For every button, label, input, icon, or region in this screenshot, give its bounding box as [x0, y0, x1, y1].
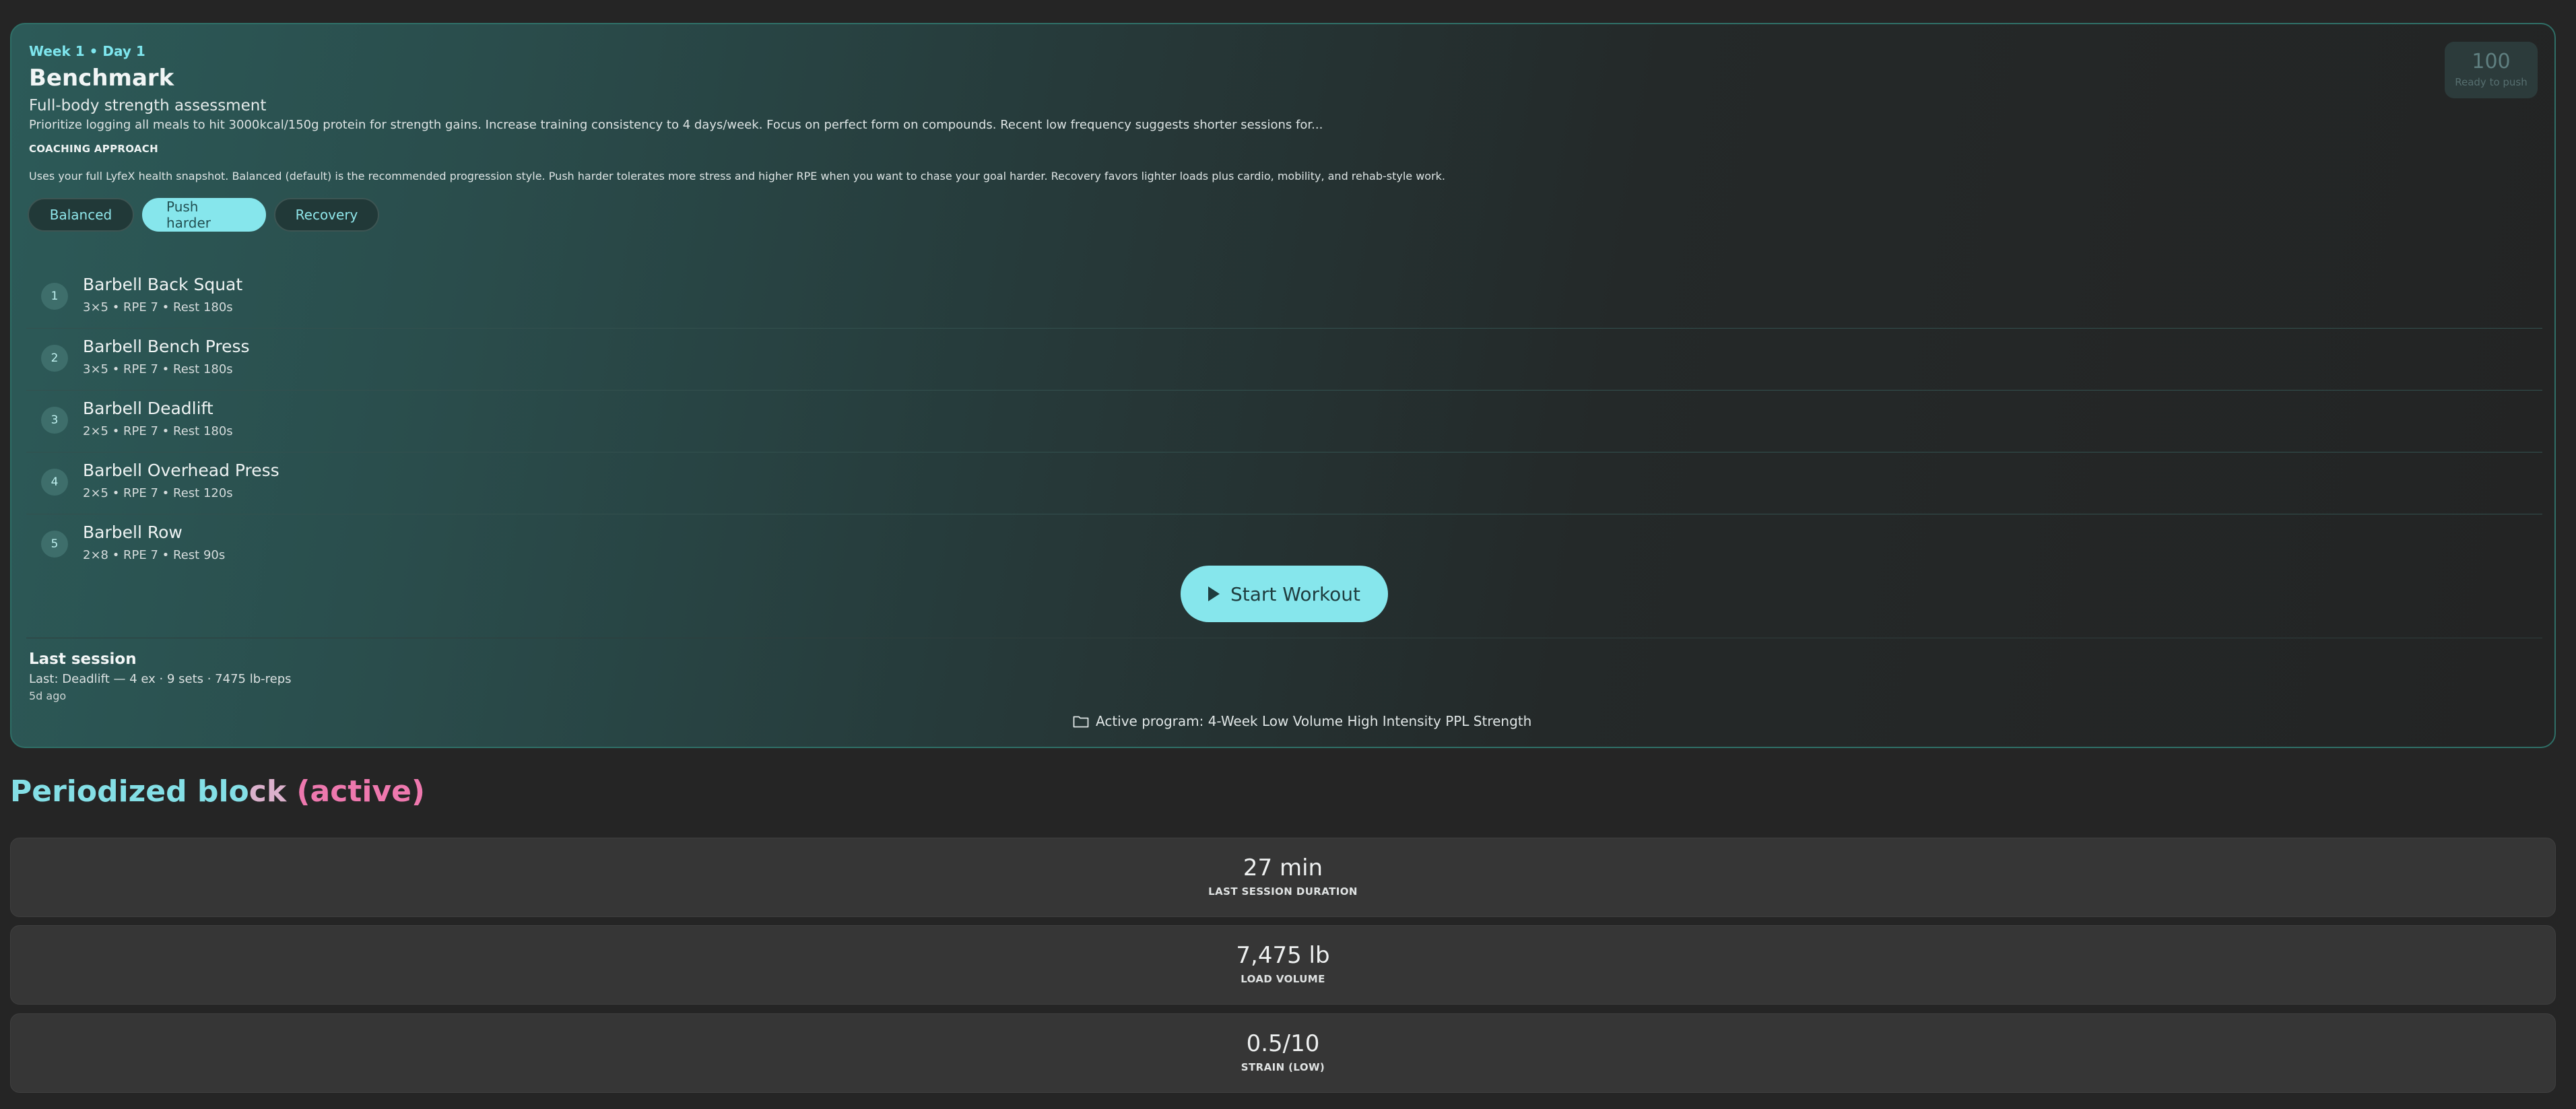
last-session-time-ago: 5d ago: [29, 690, 67, 702]
last-session-detail: Last: Deadlift — 4 ex · 9 sets · 7475 lb…: [29, 672, 292, 686]
last-session-heading: Last session: [29, 650, 137, 668]
stat-card-session-duration: 27 min LAST SESSION DURATION: [10, 838, 2556, 917]
approach-push-harder-button[interactable]: Push harder: [142, 198, 266, 232]
active-program-label: Active program: 4-Week Low Volume High I…: [1096, 713, 1532, 729]
readiness-score: 100: [2472, 50, 2511, 73]
exercise-row[interactable]: 4 Barbell Overhead Press 2×5 • RPE 7 • R…: [26, 452, 2542, 514]
workout-recommendation: Prioritize logging all meals to hit 3000…: [29, 118, 1323, 132]
exercise-name: Barbell Row: [83, 523, 183, 542]
start-workout-label: Start Workout: [1230, 582, 1361, 605]
exercise-prescription: 2×5 • RPE 7 • Rest 120s: [83, 486, 233, 500]
exercise-number-badge: 5: [41, 531, 68, 558]
stat-card-strain: 0.5/10 STRAIN (LOW): [10, 1013, 2556, 1093]
stat-value: 7,475 lb: [1236, 942, 1330, 969]
play-icon: [1208, 586, 1220, 601]
coaching-approach-heading: COACHING APPROACH: [29, 143, 158, 155]
exercise-prescription: 3×5 • RPE 7 • Rest 180s: [83, 300, 233, 314]
folder-icon: [1073, 716, 1089, 728]
start-workout-button[interactable]: Start Workout: [1181, 566, 1388, 622]
exercise-name: Barbell Bench Press: [83, 337, 250, 356]
stat-label: LOAD VOLUME: [1241, 973, 1325, 985]
exercise-row[interactable]: 2 Barbell Bench Press 3×5 • RPE 7 • Rest…: [26, 329, 2542, 391]
approach-recovery-button[interactable]: Recovery: [274, 198, 379, 232]
stat-value: 0.5/10: [1246, 1030, 1320, 1057]
exercise-name: Barbell Back Squat: [83, 275, 243, 294]
exercise-prescription: 2×8 • RPE 7 • Rest 90s: [83, 548, 226, 562]
periodized-block-title: Periodized block (active): [10, 774, 426, 809]
exercise-number-badge: 3: [41, 407, 68, 434]
stat-label: STRAIN (LOW): [1241, 1061, 1325, 1073]
readiness-label: Ready to push: [2455, 76, 2528, 88]
exercise-prescription: 2×5 • RPE 7 • Rest 180s: [83, 424, 233, 438]
approach-balanced-button[interactable]: Balanced: [28, 198, 134, 232]
stat-value: 27 min: [1243, 854, 1323, 881]
exercise-number-badge: 1: [41, 283, 68, 310]
coaching-approach-selector: Balanced Push harder Recovery: [28, 198, 379, 232]
stat-label: LAST SESSION DURATION: [1208, 885, 1358, 898]
exercise-name: Barbell Deadlift: [83, 399, 213, 418]
readiness-badge: 100 Ready to push: [2445, 42, 2538, 98]
exercise-row[interactable]: 3 Barbell Deadlift 2×5 • RPE 7 • Rest 18…: [26, 391, 2542, 452]
coaching-approach-description: Uses your full LyfeX health snapshot. Ba…: [29, 170, 1446, 182]
workout-title: Benchmark: [29, 65, 174, 92]
exercise-name: Barbell Overhead Press: [83, 461, 279, 480]
exercise-list: 1 Barbell Back Squat 3×5 • RPE 7 • Rest …: [26, 267, 2542, 576]
exercise-number-badge: 4: [41, 469, 68, 496]
workout-card: Week 1 • Day 1 Benchmark Full-body stren…: [10, 23, 2556, 748]
stat-card-load-volume: 7,475 lb LOAD VOLUME: [10, 925, 2556, 1005]
workout-subtitle: Full-body strength assessment: [29, 97, 267, 114]
exercise-prescription: 3×5 • RPE 7 • Rest 180s: [83, 362, 233, 376]
week-day-label: Week 1 • Day 1: [29, 43, 145, 59]
active-program-link[interactable]: Active program: 4-Week Low Volume High I…: [1073, 713, 1531, 729]
exercise-number-badge: 2: [41, 345, 68, 372]
exercise-row[interactable]: 1 Barbell Back Squat 3×5 • RPE 7 • Rest …: [26, 267, 2542, 329]
